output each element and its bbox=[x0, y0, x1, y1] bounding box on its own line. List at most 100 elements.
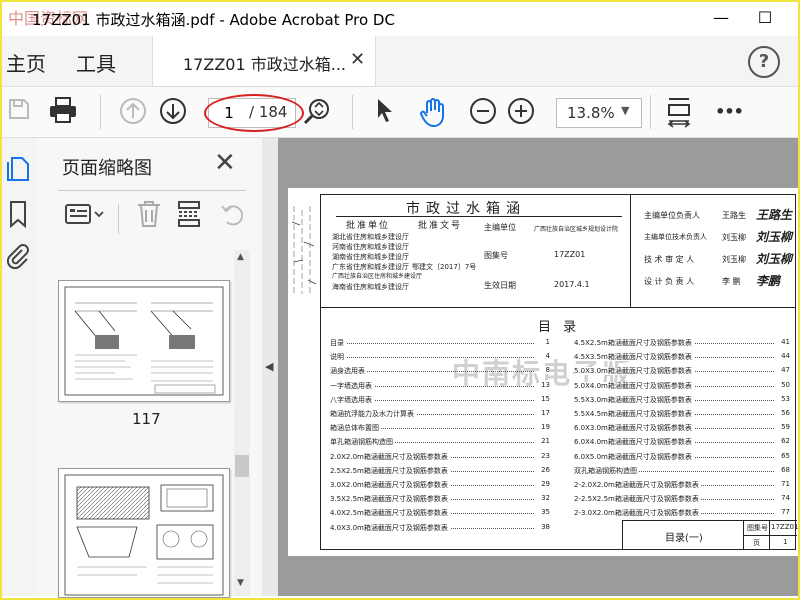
save-icon[interactable] bbox=[4, 97, 34, 127]
role-title: 技 术 审 定 人 bbox=[644, 255, 695, 264]
zoom-marquee-icon[interactable] bbox=[302, 97, 332, 127]
toc-entry-title: 5.0X3.0m箱涵截面尺寸及钢筋参数表 bbox=[574, 367, 694, 376]
page-down-icon[interactable] bbox=[158, 97, 188, 127]
toc-entry[interactable]: 单孔箱涵钢筋构造图 21 bbox=[330, 437, 550, 447]
toc-entry-page: 71 bbox=[779, 480, 790, 488]
navigation-rail bbox=[2, 138, 37, 596]
toc-entry-page: 44 bbox=[779, 352, 790, 361]
toc-entry-page: 41 bbox=[779, 338, 790, 346]
toc-entry[interactable]: 4.5X3.5m箱涵截面尺寸及钢筋参数表 44 bbox=[574, 352, 790, 362]
toc-entry[interactable]: 5.5X3.0m箱涵截面尺寸及钢筋参数表 53 bbox=[574, 394, 790, 405]
toc-entry[interactable]: 2-2.0X2.0m箱涵截面尺寸及钢筋参数表 71 bbox=[574, 480, 790, 490]
delete-pages-icon[interactable] bbox=[136, 200, 162, 232]
toolbar: / 184 13.8% ▼ ••• bbox=[2, 87, 798, 138]
zoom-select[interactable]: 13.8% ▼ bbox=[556, 98, 642, 128]
toc-entry[interactable]: 一字墙选用表 13 bbox=[330, 380, 550, 391]
attachments-icon[interactable] bbox=[6, 242, 30, 274]
page-up-icon[interactable] bbox=[118, 97, 148, 127]
scroll-up-icon[interactable]: ▲ bbox=[237, 252, 244, 262]
toc-entry-page: 4 bbox=[543, 352, 550, 361]
toc-entry[interactable]: 4.0X3.0m箱涵截面尺寸及钢筋参数表 38 bbox=[330, 522, 550, 533]
maximize-button[interactable]: ☐ bbox=[750, 8, 780, 27]
footer-atlas-value: 17ZZ01 bbox=[771, 523, 799, 531]
fit-page-icon[interactable] bbox=[664, 97, 694, 128]
toc-entry[interactable]: 2.5X2.5m箱涵截面尺寸及钢筋参数表 26 bbox=[330, 465, 550, 476]
help-button[interactable]: ? bbox=[748, 46, 780, 78]
toc-entry[interactable]: 2-2.5X2.5m箱涵截面尺寸及钢筋参数表 74 bbox=[574, 494, 790, 504]
scrollbar-thumb[interactable] bbox=[235, 455, 249, 477]
chevron-left-icon: ◀ bbox=[265, 360, 274, 373]
panel-close-button[interactable]: ✕ bbox=[214, 148, 236, 178]
extract-pages-icon[interactable] bbox=[176, 200, 202, 232]
toc-entry[interactable]: 箱涵抗浮能力及水力计算表 17 bbox=[330, 409, 550, 419]
toc-entry[interactable]: 说明 4 bbox=[330, 352, 550, 362]
toc-entry[interactable]: 4.5X2.5m箱涵截面尺寸及钢筋参数表 41 bbox=[574, 338, 790, 348]
approve-unit: 河南省住房和城乡建设厅 bbox=[332, 243, 409, 251]
toc-entry-title: 一字墙选用表 bbox=[330, 381, 374, 390]
role-title: 主编单位技术负责人 bbox=[644, 233, 707, 241]
toc-entry-title: 双孔箱涵钢筋构造图 bbox=[574, 466, 639, 475]
toc-entry[interactable]: 2-3.0X2.0m箱涵截面尺寸及钢筋参数表 77 bbox=[574, 508, 790, 518]
toc-entry[interactable]: 2.0X2.0m箱涵截面尺寸及钢筋参数表 23 bbox=[330, 451, 550, 462]
toc-entry[interactable]: 3.0X2.0m箱涵截面尺寸及钢筋参数表 29 bbox=[330, 480, 550, 490]
toc-entry-title: 涵身选用表 bbox=[330, 367, 367, 376]
toc-entry[interactable]: 5.5X4.5m箱涵截面尺寸及钢筋参数表 56 bbox=[574, 409, 790, 419]
tab-document[interactable]: 17ZZ01 市政过水箱... ✕ bbox=[152, 36, 376, 86]
menu-tools[interactable]: 工具 bbox=[76, 48, 116, 77]
zoom-in-icon[interactable] bbox=[506, 97, 536, 127]
minimize-button[interactable]: — bbox=[706, 8, 736, 27]
page-thumbnail[interactable] bbox=[58, 468, 230, 598]
page-thumbnail[interactable] bbox=[58, 280, 230, 402]
toc-entry-title: 2-2.5X2.5m箱涵截面尺寸及钢筋参数表 bbox=[574, 495, 701, 504]
document-view[interactable]: 市政过水箱涵 批准单位 批准文号 主编单位 广西壮族自治区城乡规划设计院 湖北省… bbox=[278, 138, 798, 596]
approve-unit: 广东省住房和城乡建设厅 bbox=[332, 263, 409, 271]
tab-close-button[interactable]: ✕ bbox=[350, 49, 365, 70]
thumbnails-panel: 页面缩略图 ✕ 117 ▲ ▼ bbox=[36, 138, 263, 598]
margin-stamps-icon bbox=[291, 206, 317, 296]
rotate-icon[interactable] bbox=[220, 200, 246, 232]
toc-entry[interactable]: 箱涵总体布置图 19 bbox=[330, 423, 550, 433]
thumbnail-options-icon[interactable] bbox=[64, 202, 104, 230]
thumbnail-scrollbar[interactable]: ▲ bbox=[234, 250, 250, 596]
toc-entry[interactable]: 目录 1 bbox=[330, 338, 550, 348]
signature: 刘玉柳 bbox=[756, 252, 793, 266]
page-thumbnails-icon[interactable] bbox=[6, 154, 30, 186]
scroll-down-icon[interactable]: ▼ bbox=[237, 578, 244, 588]
select-cursor-icon[interactable] bbox=[370, 97, 400, 127]
toc-entry[interactable]: 6.0X4.0m箱涵截面尺寸及钢筋参数表 62 bbox=[574, 437, 790, 447]
toc-entry-title: 2.0X2.0m箱涵截面尺寸及钢筋参数表 bbox=[330, 452, 450, 461]
toc-entry-page: 77 bbox=[779, 508, 790, 517]
tab-document-label: 17ZZ01 市政过水箱... bbox=[183, 55, 346, 74]
footer-page-heading: 页 bbox=[753, 539, 760, 547]
signature: 刘玉柳 bbox=[756, 230, 793, 244]
window-title: 17ZZ01 市政过水箱涵.pdf - Adobe Acrobat Pro DC bbox=[32, 11, 395, 29]
toc-entry-page: 53 bbox=[779, 394, 790, 403]
toc-entry[interactable]: 涵身选用表 8 bbox=[330, 366, 550, 376]
toc-entry[interactable]: 6.0X3.0m箱涵截面尺寸及钢筋参数表 59 bbox=[574, 423, 790, 433]
toc-entry[interactable]: 5.0X4.0m箱涵截面尺寸及钢筋参数表 50 bbox=[574, 380, 790, 391]
zoom-out-icon[interactable] bbox=[468, 97, 498, 127]
print-icon[interactable] bbox=[48, 97, 78, 127]
menu-home[interactable]: 主页 bbox=[6, 48, 46, 77]
toc-entry[interactable]: 4.0X2.5m箱涵截面尺寸及钢筋参数表 35 bbox=[330, 508, 550, 518]
toc-entry[interactable]: 双孔箱涵钢筋构造图 68 bbox=[574, 465, 790, 476]
atlas-heading: 图集号 bbox=[484, 251, 508, 260]
toc-entry[interactable]: 6.0X5.0m箱涵截面尺寸及钢筋参数表 65 bbox=[574, 451, 790, 462]
approve-doc-heading: 批准文号 bbox=[418, 221, 463, 231]
signature: 李鹏 bbox=[756, 274, 781, 288]
toc-entry-page: 17 bbox=[539, 409, 550, 417]
panel-collapse-handle[interactable]: ◀ bbox=[262, 138, 278, 596]
toc-entry[interactable]: 5.0X3.0m箱涵截面尺寸及钢筋参数表 47 bbox=[574, 366, 790, 376]
bookmarks-icon[interactable] bbox=[8, 200, 28, 232]
toc-entry-title: 单孔箱涵钢筋构造图 bbox=[330, 438, 395, 447]
date-value: 2017.4.1 bbox=[554, 280, 590, 289]
toc-entry-title: 5.0X4.0m箱涵截面尺寸及钢筋参数表 bbox=[574, 381, 694, 390]
toc-entry-page: 56 bbox=[779, 409, 790, 417]
toc-entry[interactable]: 3.5X2.5m箱涵截面尺寸及钢筋参数表 32 bbox=[330, 494, 550, 504]
editor-heading: 主编单位 bbox=[484, 223, 516, 232]
toc-entry-title: 4.0X2.5m箱涵截面尺寸及钢筋参数表 bbox=[330, 509, 450, 518]
hand-tool-icon[interactable] bbox=[418, 97, 448, 128]
toc-entry-title: 5.5X4.5m箱涵截面尺寸及钢筋参数表 bbox=[574, 410, 694, 418]
toc-entry[interactable]: 八字墙选用表 15 bbox=[330, 394, 550, 405]
more-tools-button[interactable]: ••• bbox=[714, 97, 744, 127]
